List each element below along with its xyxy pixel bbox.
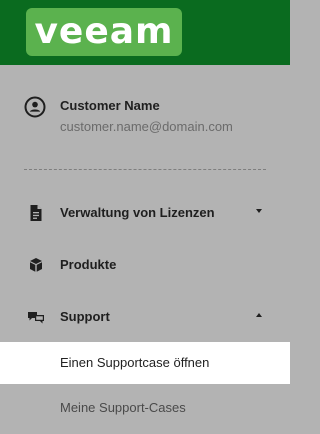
user-circle-icon (24, 96, 46, 118)
user-profile[interactable]: Customer Name customer.name@domain.com (0, 90, 290, 150)
veeam-logo[interactable]: veeam (26, 8, 182, 56)
subnav-my-support-cases[interactable]: Meine Support-Cases (0, 387, 290, 429)
nav-item-support[interactable]: Support (0, 297, 290, 337)
nav-label-support: Support (60, 309, 110, 324)
user-email: customer.name@domain.com (60, 119, 233, 134)
chat-icon (27, 308, 45, 326)
nav-item-license-management[interactable]: Verwaltung von Lizenzen (0, 193, 290, 233)
chevron-up-icon[interactable] (256, 313, 262, 317)
document-icon (27, 204, 45, 222)
subnav-label-open-support-case: Einen Supportcase öffnen (60, 355, 210, 370)
nav-label-products: Produkte (60, 257, 117, 272)
divider (24, 169, 266, 170)
logo-text: veeam (34, 11, 174, 52)
box-icon (27, 256, 45, 274)
subnav-open-support-case[interactable]: Einen Supportcase öffnen (0, 342, 290, 384)
user-name: Customer Name (60, 98, 160, 113)
nav-label-license-management: Verwaltung von Lizenzen (60, 205, 215, 220)
subnav-label-my-support-cases: Meine Support-Cases (60, 400, 186, 415)
chevron-down-icon[interactable] (256, 209, 262, 213)
nav-item-products[interactable]: Produkte (0, 245, 290, 285)
app-header: veeam (0, 0, 290, 65)
